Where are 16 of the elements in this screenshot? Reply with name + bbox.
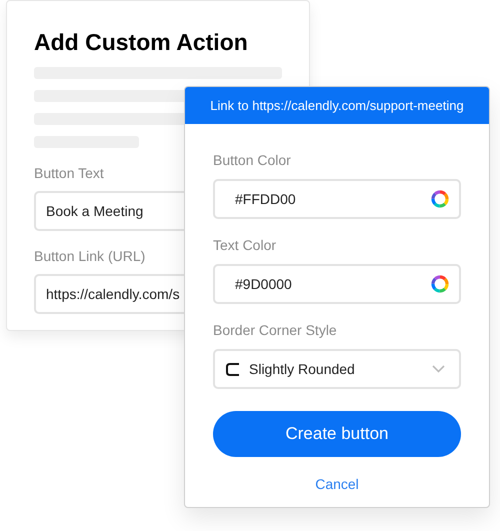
field-label: Button Text [34,164,105,183]
field-label: Button Color [213,151,292,170]
field-label: Text Color [213,236,278,255]
rounded-corner-icon [225,362,240,376]
create-button[interactable]: Create button [213,411,461,457]
color-field[interactable]: #FFDD00 [213,179,461,219]
select-field[interactable]: Slightly Rounded [213,349,461,389]
cancel-link[interactable]: Cancel [315,474,359,495]
chevron-down-icon [432,365,445,373]
color-wheel-icon[interactable] [431,190,449,208]
color-field[interactable]: #9D0000 [213,264,461,304]
dialog-header: Link to https://calendly.com/support-meeting [185,87,489,124]
field-label: Border Corner Style [213,321,338,340]
color-wheel-icon[interactable] [431,275,449,293]
card-title: Add Custom Action [34,28,249,57]
field-label: Button Link (URL) [34,247,146,266]
